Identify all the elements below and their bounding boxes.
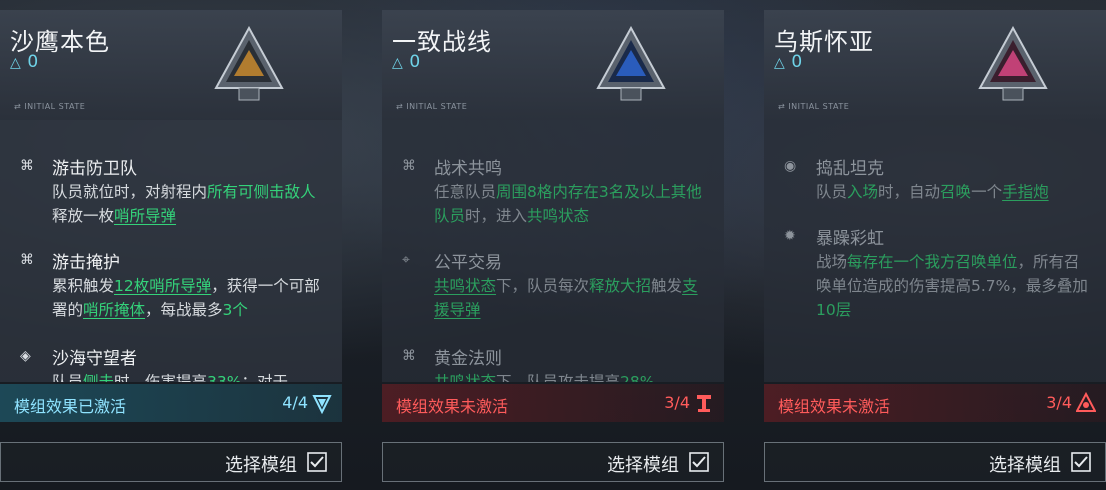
- skill-list[interactable]: ⌘ 游击防卫队 队员就位时，对射程内所有可侧击敌人释放一枚哨所导弹 ⌘ 游击掩护…: [0, 120, 342, 382]
- status-text: 模组效果未激活: [778, 397, 891, 416]
- skill-icon: ⌘: [402, 348, 416, 364]
- status-count: 3/4: [664, 393, 690, 412]
- select-module-button[interactable]: 选择模组: [0, 442, 342, 482]
- status-emblem-icon: [697, 395, 711, 412]
- skill-name: 捣乱坦克: [816, 159, 884, 179]
- points-counter: △ 0: [774, 52, 802, 72]
- select-module-button[interactable]: 选择模组: [382, 442, 724, 482]
- module-status-bar: 模组效果未激活 3/4: [382, 384, 724, 422]
- skill-list[interactable]: ◉ 捣乱坦克 队员入场时，自动召唤一个手指炮 ✹ 暴躁彩虹 战场每存在一个我方召…: [764, 120, 1106, 382]
- skill-icon: ◉: [784, 158, 797, 174]
- card-header: 一致战线 △ 0 ⇄ INITIAL STATE: [382, 10, 724, 120]
- skill-name: 黄金法则: [434, 349, 502, 369]
- select-button-label: 选择模组: [607, 455, 679, 476]
- skill-icon: ◈: [20, 348, 31, 364]
- status-text: 模组效果已激活: [14, 397, 127, 416]
- module-status-bar: 模组效果已激活 4/4: [0, 384, 342, 422]
- skill-icon: ⌖: [402, 252, 410, 268]
- module-card-united-front[interactable]: 一致战线 △ 0 ⇄ INITIAL STATE ⌘ 战术共鸣 任意队员周围8格…: [382, 10, 724, 482]
- module-status-bar: 模组效果未激活 3/4: [764, 384, 1106, 422]
- skill-icon: ✹: [784, 228, 796, 244]
- module-emblem-icon: [978, 26, 1048, 101]
- select-button-label: 选择模组: [989, 455, 1061, 476]
- skill-desc: 队员侧击时，伤害提高33%；对于: [52, 373, 289, 382]
- skill-name: 游击防卫队: [52, 159, 137, 179]
- module-emblem-icon: [596, 26, 666, 101]
- status-count: 4/4: [282, 393, 308, 412]
- skill-name: 游击掩护: [52, 253, 120, 273]
- points-counter: △ 0: [10, 52, 38, 72]
- points-icon: △: [392, 55, 403, 71]
- skill-desc: 队员就位时，对射程内所有可侧击敌人释放一枚哨所导弹: [52, 183, 316, 225]
- card-header: 沙鹰本色 △ 0 ⇄ INITIAL STATE: [0, 10, 342, 120]
- skill-name: 暴躁彩虹: [816, 229, 884, 249]
- status-emblem-icon: [1076, 392, 1096, 412]
- module-emblem-icon: [214, 26, 284, 101]
- skill-desc: 共鸣状态下，队员每次释放大招触发支援导弹: [434, 277, 698, 319]
- status-count: 3/4: [1046, 393, 1072, 412]
- points-icon: △: [774, 55, 785, 71]
- select-button-label: 选择模组: [225, 455, 297, 476]
- skill-name: 沙海守望者: [52, 349, 137, 369]
- skill-desc: 战场每存在一个我方召唤单位，所有召唤单位造成的伤害提高5.7%，最多叠加10层: [816, 253, 1088, 319]
- skill-desc: 任意队员周围8格内存在3名及以上其他队员时，进入共鸣状态: [434, 183, 702, 225]
- skill-icon: ⌘: [402, 158, 416, 174]
- status-emblem-icon: [312, 395, 332, 414]
- points-icon: △: [10, 55, 21, 71]
- initial-state-label: ⇄ INITIAL STATE: [778, 102, 850, 111]
- skill-list[interactable]: ⌘ 战术共鸣 任意队员周围8格内存在3名及以上其他队员时，进入共鸣状态 ⌖ 公平…: [382, 120, 724, 382]
- skill-name: 公平交易: [434, 253, 502, 273]
- initial-state-label: ⇄ INITIAL STATE: [396, 102, 468, 111]
- initial-state-label: ⇄ INITIAL STATE: [14, 102, 86, 111]
- points-counter: △ 0: [392, 52, 420, 72]
- points-value: 0: [791, 52, 803, 72]
- checkbox-icon: [307, 452, 327, 472]
- card-header: 乌斯怀亚 △ 0 ⇄ INITIAL STATE: [764, 10, 1106, 120]
- skill-icon: ⌘: [20, 252, 34, 268]
- select-module-button[interactable]: 选择模组: [764, 442, 1106, 482]
- points-value: 0: [27, 52, 39, 72]
- skill-desc: 队员入场时，自动召唤一个手指炮: [816, 183, 1049, 201]
- module-card-desert-eagle[interactable]: 沙鹰本色 △ 0 ⇄ INITIAL STATE ⌘ 游击防卫队 队员就位时，对…: [0, 10, 342, 482]
- module-card-ushuaia[interactable]: 乌斯怀亚 △ 0 ⇄ INITIAL STATE ◉ 捣乱坦克 队员入场时，自动…: [764, 10, 1106, 482]
- points-value: 0: [409, 52, 421, 72]
- checkbox-icon: [1071, 452, 1091, 472]
- skill-desc: 共鸣状态下，队员攻击提高28%: [434, 373, 655, 382]
- skill-name: 战术共鸣: [434, 159, 502, 179]
- checkbox-icon: [689, 452, 709, 472]
- status-text: 模组效果未激活: [396, 397, 509, 416]
- skill-icon: ⌘: [20, 158, 34, 174]
- skill-desc: 累积触发12枚哨所导弹，获得一个可部署的哨所掩体，每战最多3个: [52, 277, 320, 319]
